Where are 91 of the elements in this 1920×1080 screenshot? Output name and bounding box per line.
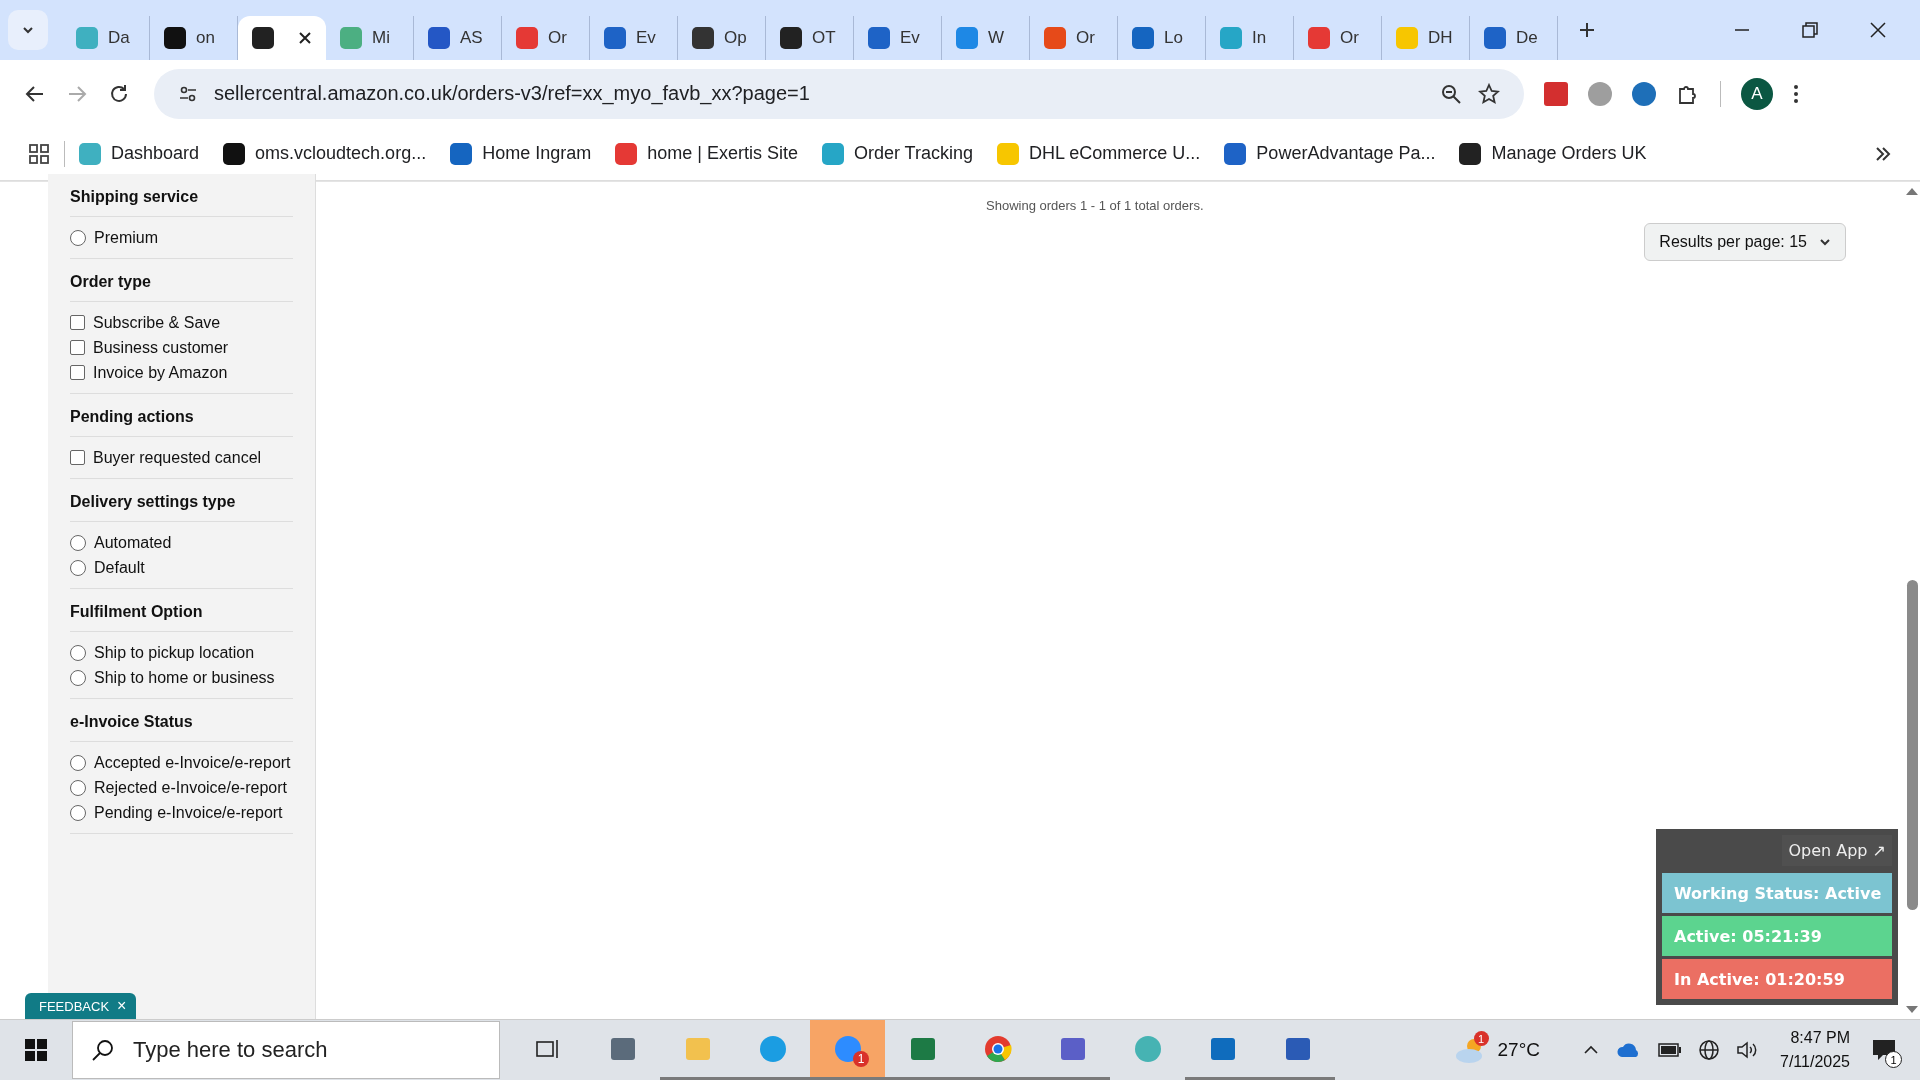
bookmark[interactable]: PowerAdvantage Pa... [1224, 142, 1436, 165]
favicon-icon [516, 27, 538, 49]
chevron-double-right-icon[interactable] [1874, 144, 1892, 163]
radio-button[interactable] [70, 670, 86, 686]
status-row: Working Status: Active [1662, 873, 1892, 913]
windows-start-icon[interactable] [24, 1038, 48, 1062]
option-label: Buyer requested cancel [93, 448, 262, 468]
bookmark[interactable]: Manage Orders UK [1459, 142, 1647, 165]
radio-button[interactable] [70, 780, 86, 796]
radio-button[interactable] [70, 755, 86, 771]
notification-center-button[interactable]: 1 [1868, 1034, 1900, 1066]
favicon-icon [1220, 27, 1242, 49]
chrome-icon [982, 1033, 1013, 1064]
bookmark[interactable]: Dashboard [79, 142, 200, 165]
filter-heading: Delivery settings type [70, 479, 293, 522]
profile-avatar[interactable]: A [1741, 77, 1773, 110]
radio-button[interactable] [70, 645, 86, 661]
option-label: Default [94, 558, 145, 578]
orders-summary: Showing orders 1 - 1 of 1 total orders. [986, 198, 1204, 213]
extension-icon[interactable] [1632, 81, 1656, 106]
apps-grid-icon[interactable] [28, 142, 50, 165]
filter-heading: Shipping service [70, 174, 293, 217]
filter-heading: Fulfilment Option [70, 589, 293, 632]
search-icon [91, 1038, 115, 1062]
option-label: Rejected e-Invoice/e-report [94, 778, 287, 798]
checkbox[interactable] [70, 315, 85, 330]
search-field[interactable]: Type here to search [131, 1036, 475, 1064]
radio-button[interactable] [70, 230, 86, 246]
radio-button[interactable] [70, 535, 86, 551]
favicon-icon [428, 27, 450, 49]
close-icon[interactable]: × [117, 997, 127, 1015]
new-tab-icon[interactable] [1578, 21, 1596, 39]
filter-heading: e-Invoice Status [70, 699, 293, 742]
option-label: Automated [94, 533, 172, 553]
battery-icon[interactable] [1658, 1043, 1682, 1057]
favicon-icon [1132, 27, 1154, 49]
filter-heading: Pending actions [70, 394, 293, 437]
option-label: Premium [94, 228, 158, 248]
taskbar-search-bar[interactable]: Type here to search [72, 1021, 500, 1079]
option-label: Subscribe & Save [93, 313, 221, 333]
favicon-icon [340, 27, 362, 49]
radio-button[interactable] [70, 805, 86, 821]
chevron-down-icon [1819, 236, 1831, 248]
filter-heading: Order type [70, 259, 293, 302]
address-bar[interactable]: sellercentral.amazon.co.uk/orders-v3/ref=xx_myo_favb_xx?page=1 [154, 68, 1524, 119]
reload-icon[interactable] [108, 82, 130, 105]
checkbox[interactable] [70, 450, 85, 465]
clock[interactable]: 8:47 PM 7/11/2025 [1780, 1026, 1850, 1074]
feedback-tab[interactable]: FEEDBACK × [25, 993, 137, 1019]
bookmark[interactable]: oms.vcloudtech.org... [223, 142, 427, 165]
close-icon[interactable] [1868, 20, 1888, 40]
option-label: Invoice by Amazon [93, 363, 228, 383]
favicon-icon [164, 27, 186, 49]
option-label: Ship to home or business [94, 668, 275, 688]
menu-icon[interactable] [1793, 82, 1799, 105]
close-icon[interactable] [298, 31, 312, 45]
checkbox[interactable] [70, 340, 85, 355]
open-app-button[interactable]: Open App ↗ [1782, 835, 1892, 866]
favicon-icon [604, 27, 626, 49]
favicon-icon [692, 27, 714, 49]
browser-tab[interactable] [238, 16, 326, 60]
extension-icon[interactable] [1544, 81, 1568, 106]
option-label: Pending e-Invoice/e-report [94, 803, 283, 823]
favicon-icon [1308, 27, 1330, 49]
taskbar-app[interactable]: 1 [810, 1020, 885, 1080]
bookmark[interactable]: Order Tracking [821, 142, 973, 165]
favicon-icon [1044, 27, 1066, 49]
radio-button[interactable] [70, 560, 86, 576]
favicon-icon [76, 27, 98, 49]
favicon-icon [956, 27, 978, 49]
bookmark[interactable]: DHL eCommerce U... [997, 142, 1201, 165]
status-row: Active: 05:21:39 [1662, 916, 1892, 956]
notification-badge: 1 [853, 1051, 869, 1067]
status-row: In Active: 01:20:59 [1662, 959, 1892, 999]
results-per-page-dropdown[interactable]: Results per page: 15 [1644, 223, 1846, 261]
restore-icon[interactable] [1800, 20, 1820, 40]
bookmark[interactable]: Home Ingram [450, 142, 592, 165]
favicon-icon [1484, 27, 1506, 49]
favicon-icon [868, 27, 890, 49]
favicon-icon [780, 27, 802, 49]
bookmark[interactable]: home | Exertis Site [615, 142, 798, 165]
star-icon[interactable] [1478, 82, 1500, 105]
option-label: Business customer [93, 338, 229, 358]
speaker-icon[interactable] [1736, 1040, 1758, 1060]
app-icon [1132, 1033, 1163, 1064]
option-label: Accepted e-Invoice/e-report [94, 753, 291, 773]
favicon-icon [1396, 27, 1418, 49]
option-label: Ship to pickup location [94, 643, 255, 663]
zoom-icon[interactable] [1440, 82, 1462, 105]
favicon-icon [252, 27, 274, 49]
checkbox[interactable] [70, 365, 85, 380]
